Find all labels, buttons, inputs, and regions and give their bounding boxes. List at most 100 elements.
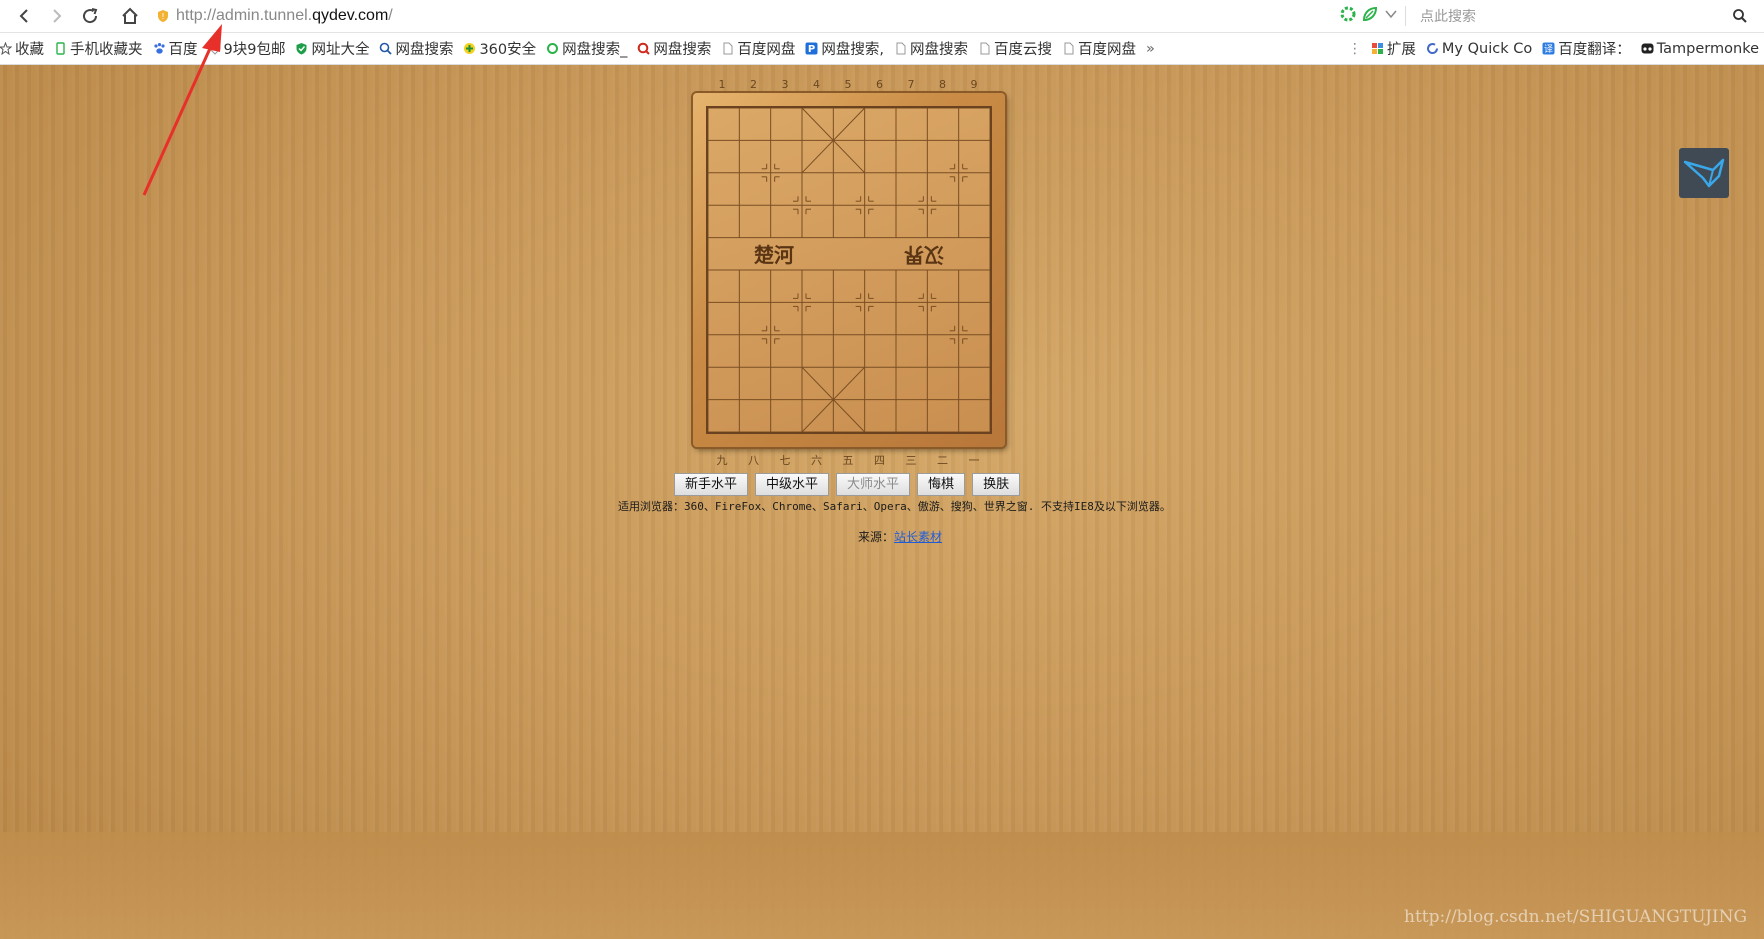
bookmark-11[interactable]: 网盘搜索 (889, 37, 973, 61)
bookmark-label: 百度翻译： (1558, 42, 1631, 58)
bookmarks-more-button[interactable]: » (1141, 37, 1160, 61)
change-skin-button[interactable]: 换肤 (972, 473, 1021, 496)
bookmark-13[interactable]: 百度网盘 (1057, 37, 1141, 61)
bookmark-label: 手机收藏夹 (70, 42, 143, 58)
column-number: 9 (970, 78, 978, 91)
toolbar-divider (1405, 6, 1406, 26)
bookmark-label: 扩展 (1386, 42, 1416, 58)
undo-move-button[interactable]: 悔棋 (917, 473, 966, 496)
source-label: 来源： (858, 530, 895, 544)
column-number: 8 (939, 78, 946, 91)
column-number: 1 (718, 78, 726, 91)
beginner-level-button[interactable]: 新手水平 (674, 473, 749, 496)
side-float-widget[interactable] (1679, 148, 1729, 198)
bird-logo-icon (1683, 158, 1725, 188)
watermark-text: http://blog.csdn.net/SHIGUANGTUJING (1404, 907, 1748, 927)
refresh-logo-icon (1426, 42, 1442, 55)
extension-0[interactable]: 扩展 (1366, 37, 1421, 61)
bookmark-label: 收藏 (15, 42, 44, 58)
vertical-dots-icon[interactable]: ⋮ (1348, 41, 1362, 57)
reload-button[interactable] (78, 4, 102, 28)
column-number: 六 (811, 454, 822, 467)
column-number: 3 (781, 78, 789, 91)
p-icon: P (805, 42, 821, 55)
chess-board[interactable]: 楚河 汉界 (693, 93, 1005, 447)
bookmark-8[interactable]: 网盘搜索 (632, 37, 716, 61)
bookmark-10[interactable]: P 网盘搜索, (800, 37, 889, 61)
column-number: 一 (968, 454, 980, 467)
phone-icon (54, 42, 70, 55)
ring-icon (546, 42, 562, 55)
bookmark-label: 网址大全 (311, 42, 370, 58)
leaf-icon[interactable] (1362, 6, 1378, 22)
bookmark-12[interactable]: 百度云搜 (973, 37, 1057, 61)
svg-text:译: 译 (1544, 44, 1553, 55)
column-number: 5 (844, 78, 852, 91)
column-number: 7 (907, 78, 915, 91)
home-button[interactable] (118, 4, 142, 28)
board-grid-area[interactable]: 楚河 汉界 (706, 106, 992, 434)
bookmark-label: Tampermonke (1656, 40, 1759, 57)
extension-2[interactable]: 译百度翻译： (1537, 37, 1636, 61)
intermediate-level-button[interactable]: 中级水平 (755, 473, 830, 496)
360-icon (463, 42, 479, 55)
page-icon (721, 42, 737, 55)
board-grid: 楚河 汉界 (708, 108, 990, 432)
home-icon (122, 7, 138, 24)
tag-icon (207, 42, 224, 55)
bookmarks-bar: 收藏 手机收藏夹 百度 9块9包邮 网址大全 网盘搜索 360安全 网盘搜索_ 网盘搜索 百度网盘… (0, 33, 1764, 65)
river-text-right: 汉界 (904, 243, 944, 267)
speedup-icon[interactable] (1340, 6, 1356, 22)
bookmark-label: 百度网盘 (1078, 42, 1136, 58)
url-domain: qydev.com (312, 7, 389, 24)
column-number: 三 (905, 454, 917, 467)
search-icon[interactable] (1732, 8, 1748, 24)
back-arrow-icon (19, 9, 28, 23)
bookmark-label: 网盘搜索, (821, 42, 884, 58)
page-icon (1062, 42, 1078, 55)
back-button[interactable] (12, 4, 36, 28)
bookmark-9[interactable]: 百度网盘 (716, 37, 800, 61)
bookmark-1[interactable]: 手机收藏夹 (49, 37, 148, 61)
bookmark-label: 网盘搜索 (910, 42, 968, 58)
bookmark-label: 网盘搜索 (395, 42, 454, 58)
river-text-left: 楚河 (754, 243, 794, 267)
bookmark-label: 360安全 (479, 42, 537, 58)
bookmark-6[interactable]: 360安全 (458, 37, 541, 61)
bookmark-label: 百度 (168, 42, 198, 58)
column-number: 八 (748, 454, 759, 467)
chevron-down-icon[interactable] (1384, 7, 1398, 21)
column-number: 4 (813, 78, 820, 91)
bookmark-7[interactable]: 网盘搜索_ (541, 37, 632, 61)
extension-1[interactable]: My Quick Co (1421, 37, 1537, 61)
column-number: 四 (874, 454, 885, 467)
q-icon (637, 42, 653, 55)
bookmark-5[interactable]: 网盘搜索 (374, 37, 458, 61)
column-number: 6 (876, 78, 883, 91)
bookmark-4[interactable]: 网址大全 (290, 37, 374, 61)
translate-icon: 译 (1542, 42, 1558, 55)
column-number: 二 (937, 454, 948, 467)
bookmarks-extensions: ⋮ 扩展 My Quick Co 译百度翻译： Tampermonke (1348, 37, 1764, 61)
security-shield-icon: ! (158, 10, 168, 22)
bookmark-label: My Quick Co (1441, 40, 1533, 57)
browser-compat-note: 适用浏览器：360、FireFox、Chrome、Safari、Opera、傲游… (618, 500, 1171, 513)
bookmark-label: 网盘搜索_ (562, 42, 628, 58)
master-level-button[interactable]: 大师水平 (836, 473, 911, 496)
browser-toolbar: ! http://admin.tunnel.qydev.com/ 点此搜索 (0, 0, 1764, 33)
search-input[interactable]: 点此搜索 (1420, 6, 1476, 26)
search-box[interactable]: 点此搜索 (1412, 4, 1752, 28)
bookmark-2[interactable]: 百度 (148, 37, 203, 61)
bookmark-label: 百度云搜 (994, 42, 1052, 58)
column-number: 五 (842, 454, 854, 467)
bookmark-3[interactable]: 9块9包邮 (203, 37, 291, 61)
source-link[interactable]: 站长素材 (894, 530, 942, 544)
bookmark-0[interactable]: 收藏 (0, 37, 49, 61)
forward-button[interactable] (45, 4, 69, 28)
forward-arrow-icon (53, 9, 62, 23)
url-suffix: / (388, 7, 393, 24)
svg-text:P: P (808, 44, 815, 55)
page-icon (894, 42, 910, 55)
address-bar[interactable]: ! http://admin.tunnel.qydev.com/ (156, 3, 1336, 29)
extension-3[interactable]: Tampermonke (1636, 37, 1764, 61)
